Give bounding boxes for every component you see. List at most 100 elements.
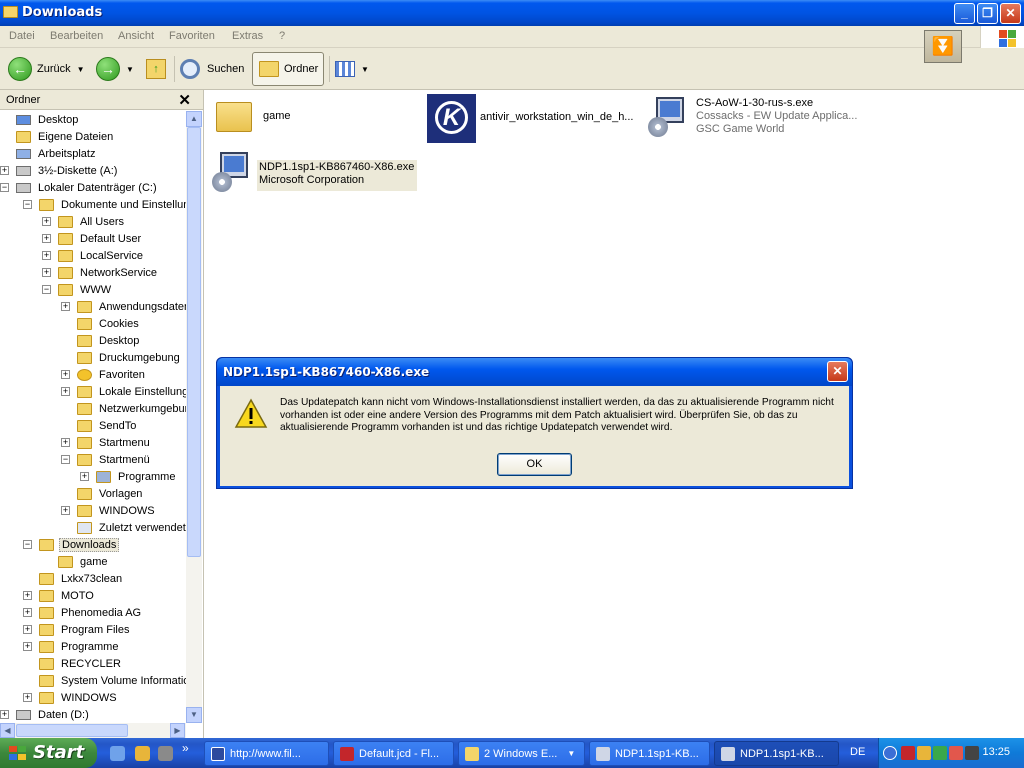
ok-button[interactable]: OK xyxy=(497,453,572,476)
chevron-down-icon[interactable]: ▼ xyxy=(361,65,369,74)
tree-item[interactable]: + WINDOWS xyxy=(61,502,157,519)
tree-item[interactable]: + Programme xyxy=(23,638,120,655)
menu-help[interactable]: ? xyxy=(279,30,285,42)
show-desktop-icon[interactable] xyxy=(110,746,125,761)
tree-item[interactable]: Zuletzt verwendete xyxy=(61,519,186,536)
menu-extras[interactable]: Extras xyxy=(232,30,263,42)
expand-icon[interactable]: + xyxy=(61,370,70,379)
expand-icon[interactable]: + xyxy=(61,387,70,396)
expand-icon[interactable]: + xyxy=(0,166,9,175)
minimize-button[interactable]: _ xyxy=(954,3,975,24)
expand-icon[interactable]: + xyxy=(23,642,32,651)
folders-button[interactable]: Ordner xyxy=(252,52,324,86)
scroll-down-icon[interactable]: ▼ xyxy=(186,707,202,723)
file-item-antivir[interactable]: K antivir_workstation_win_de_h... xyxy=(427,94,633,143)
tree-item[interactable]: − Downloads xyxy=(23,536,120,553)
quicklaunch-icon[interactable] xyxy=(158,746,173,761)
menu-ansicht[interactable]: Ansicht xyxy=(118,30,154,42)
tree-item[interactable]: SendTo xyxy=(61,417,138,434)
expand-icon[interactable]: + xyxy=(61,506,70,515)
tree-vertical-scrollbar[interactable]: ▲ ▼ xyxy=(186,111,202,723)
back-button[interactable]: ← Zurück ▼ xyxy=(8,52,85,86)
tree-item[interactable]: Netzwerkumgebung xyxy=(61,400,186,417)
forward-button[interactable]: → ▼ xyxy=(96,52,134,86)
collapse-icon[interactable]: − xyxy=(61,455,70,464)
scroll-thumb[interactable] xyxy=(187,127,201,557)
tree-item[interactable]: − WWW xyxy=(42,281,113,298)
tree-item[interactable]: +3½-Diskette (A:) xyxy=(0,162,119,179)
tree-item[interactable]: + Favoriten xyxy=(61,366,147,383)
dialog-titlebar[interactable]: NDP1.1sp1-KB867460-X86.exe ✕ xyxy=(217,358,852,386)
file-item-ndp[interactable]: NDP1.1sp1-KB867460-X86.exe Microsoft Cor… xyxy=(210,150,418,194)
quicklaunch-icon[interactable] xyxy=(135,746,150,761)
tree-item[interactable]: + Default User xyxy=(42,230,143,247)
tree-item[interactable]: game xyxy=(42,553,110,570)
menu-datei[interactable]: Datei xyxy=(9,30,35,42)
close-icon[interactable]: ✕ xyxy=(178,91,191,109)
scroll-thumb[interactable] xyxy=(16,724,128,737)
tree-item[interactable]: Arbeitsplatz xyxy=(0,145,97,162)
tree-item[interactable]: + NetworkService xyxy=(42,264,159,281)
collapse-icon[interactable]: − xyxy=(23,200,32,209)
quicklaunch-more-icon[interactable]: » xyxy=(182,741,189,755)
tree-item[interactable]: RECYCLER xyxy=(23,655,123,672)
language-indicator[interactable]: DE xyxy=(850,746,865,758)
expand-icon[interactable]: + xyxy=(42,234,51,243)
tree-item[interactable]: Druckumgebung xyxy=(61,349,182,366)
tray-icon[interactable] xyxy=(901,746,915,760)
tree-item[interactable]: − Dokumente und Einstellungen xyxy=(23,196,186,213)
tree-item[interactable]: + Lokale Einstellungen xyxy=(61,383,186,400)
scroll-up-icon[interactable]: ▲ xyxy=(186,111,202,127)
tray-icon[interactable] xyxy=(917,746,931,760)
tree-item[interactable]: + Program Files xyxy=(23,621,131,638)
tree-item[interactable]: + Anwendungsdaten xyxy=(61,298,186,315)
tree-item[interactable]: Desktop xyxy=(0,111,80,128)
start-button[interactable]: Start xyxy=(0,738,97,768)
file-item-cossacks[interactable]: CS-AoW-1-30-rus-s.exe Cossacks - EW Upda… xyxy=(646,95,857,139)
tree-horizontal-scrollbar[interactable]: ◀ ▶ xyxy=(0,723,186,738)
expand-icon[interactable]: + xyxy=(61,302,70,311)
tree-item[interactable]: + Programme xyxy=(80,468,177,485)
views-button[interactable]: ▼ xyxy=(335,52,369,86)
chevron-down-icon[interactable]: ▼ xyxy=(77,65,85,74)
tree-item[interactable]: Cookies xyxy=(61,315,141,332)
tree-item[interactable]: Eigene Dateien xyxy=(0,128,115,145)
tree-item[interactable]: + Startmenu xyxy=(61,434,152,451)
up-folder-button[interactable]: ↑ xyxy=(146,52,166,86)
tree-item[interactable]: + WINDOWS xyxy=(23,689,119,706)
tree-item[interactable]: + All Users xyxy=(42,213,126,230)
taskbar-item-explorer-group[interactable]: 2 Windows E... ▼ xyxy=(458,741,585,766)
expand-icon[interactable]: + xyxy=(61,438,70,447)
tree-item[interactable]: + Phenomedia AG xyxy=(23,604,143,621)
taskbar-item-installer-active[interactable]: NDP1.1sp1-KB... xyxy=(714,741,839,766)
menu-bearbeiten[interactable]: Bearbeiten xyxy=(50,30,103,42)
expand-icon[interactable]: + xyxy=(42,217,51,226)
menu-favoriten[interactable]: Favoriten xyxy=(169,30,215,42)
taskbar-item-browser[interactable]: http://www.fil... xyxy=(204,741,329,766)
expand-icon[interactable]: + xyxy=(42,251,51,260)
tree-item[interactable]: + LocalService xyxy=(42,247,145,264)
expand-icon[interactable]: + xyxy=(80,472,89,481)
expand-icon[interactable]: + xyxy=(23,693,32,702)
scroll-right-icon[interactable]: ▶ xyxy=(170,723,185,738)
tree-item[interactable]: + MOTO xyxy=(23,587,96,604)
dialog-close-button[interactable]: ✕ xyxy=(827,361,848,382)
tray-expand-icon[interactable] xyxy=(883,746,897,760)
tree-item[interactable]: Lxkx73clean xyxy=(23,570,124,587)
expand-icon[interactable]: + xyxy=(23,608,32,617)
tray-icon[interactable] xyxy=(949,746,963,760)
scroll-left-icon[interactable]: ◀ xyxy=(0,723,15,738)
tree-item[interactable]: Vorlagen xyxy=(61,485,144,502)
close-button[interactable]: ✕ xyxy=(1000,3,1021,24)
tray-icon[interactable] xyxy=(933,746,947,760)
tree-item[interactable]: − Startmenü xyxy=(61,451,152,468)
collapse-icon[interactable]: − xyxy=(0,183,9,192)
maximize-button[interactable]: ❐ xyxy=(977,3,998,24)
download-manager-icon[interactable]: ⏬ xyxy=(924,30,962,63)
collapse-icon[interactable]: − xyxy=(42,285,51,294)
tree-item[interactable]: Desktop xyxy=(61,332,141,349)
window-titlebar[interactable]: Downloads _ ❐ ✕ xyxy=(0,0,1024,26)
tree-item[interactable]: System Volume Information xyxy=(23,672,186,689)
expand-icon[interactable]: + xyxy=(42,268,51,277)
tray-icon[interactable] xyxy=(965,746,979,760)
